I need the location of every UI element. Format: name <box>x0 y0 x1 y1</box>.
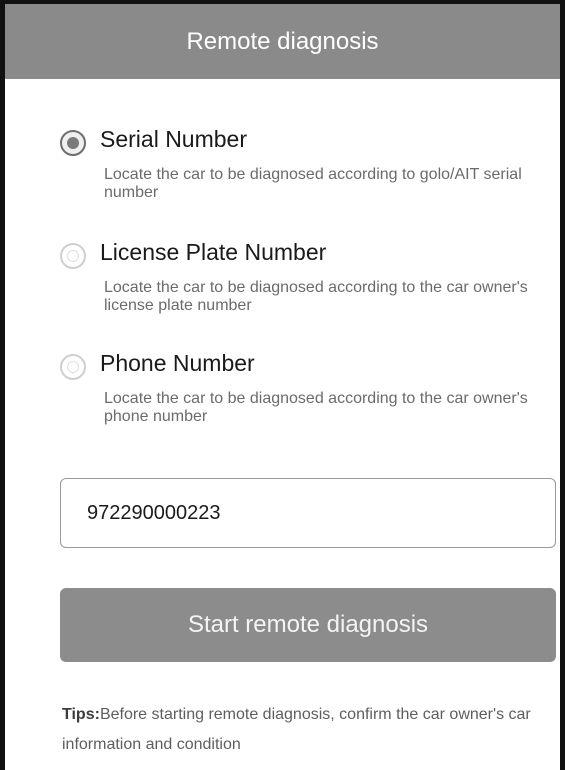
radio-button-selected[interactable] <box>60 130 86 156</box>
tips-label: Tips: <box>62 706 100 723</box>
radio-dot <box>67 137 79 149</box>
option-label: Serial Number <box>100 126 247 152</box>
option-description: Locate the car to be diagnosed according… <box>104 279 528 314</box>
tips-text: Tips:Before starting remote diagnosis, c… <box>62 700 552 760</box>
serial-number-input[interactable] <box>60 478 556 548</box>
radio-dot <box>67 361 79 373</box>
option-label: Phone Number <box>100 350 255 376</box>
option-description: Locate the car to be diagnosed according… <box>104 166 522 201</box>
radio-button[interactable] <box>60 354 86 380</box>
radio-button[interactable] <box>60 243 86 269</box>
start-remote-diagnosis-button[interactable]: Start remote diagnosis <box>60 588 556 662</box>
option-label: License Plate Number <box>100 239 327 265</box>
option-description: Locate the car to be diagnosed according… <box>104 390 528 425</box>
radio-dot <box>67 250 79 262</box>
tips-body: Before starting remote diagnosis, confir… <box>62 706 531 753</box>
page-title: Remote diagnosis <box>186 27 379 55</box>
page-header: Remote diagnosis <box>5 4 560 79</box>
